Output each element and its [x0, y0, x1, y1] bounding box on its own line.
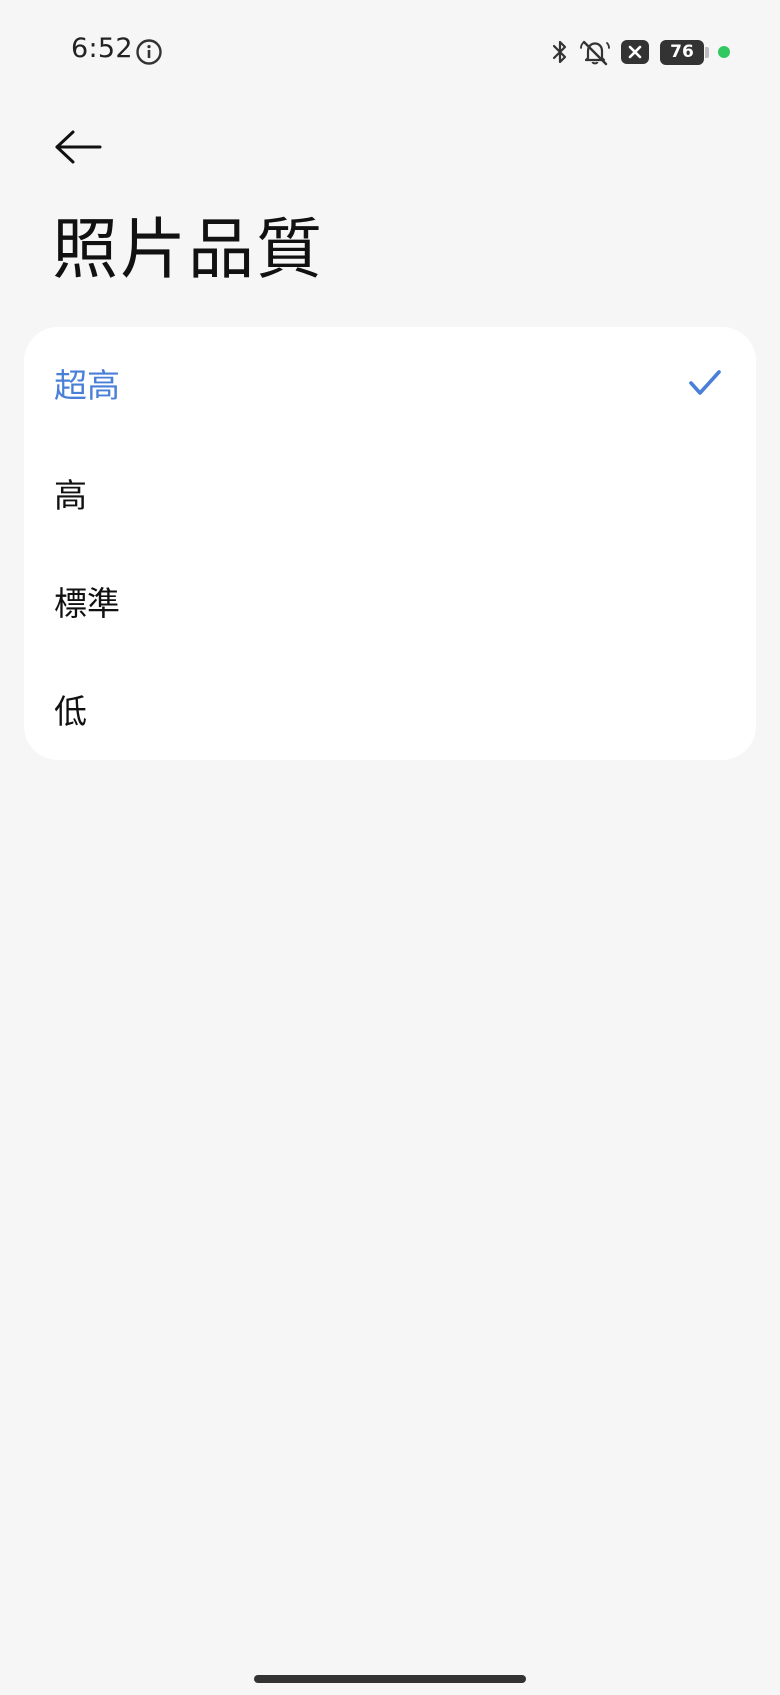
- home-indicator[interactable]: [254, 1675, 526, 1683]
- quality-options-list: 超高 高 標準 低: [24, 327, 756, 760]
- page-title: 照片品質: [52, 211, 324, 288]
- option-low[interactable]: 低: [24, 655, 756, 760]
- option-standard[interactable]: 標準: [24, 547, 756, 655]
- arrow-left-icon: [55, 130, 102, 164]
- status-bar: 6:52 76: [0, 0, 780, 104]
- option-label: 標準: [54, 584, 120, 623]
- active-dot: [718, 46, 730, 58]
- battery-level: 76: [670, 42, 694, 62]
- info-icon: [135, 38, 163, 66]
- option-label: 超高: [54, 366, 120, 405]
- back-button[interactable]: [52, 124, 104, 170]
- status-icons: 76: [550, 37, 709, 67]
- option-label: 低: [54, 692, 87, 731]
- bluetooth-icon: [550, 38, 570, 66]
- bell-off-icon: [580, 38, 610, 66]
- close-box-icon: [620, 39, 650, 65]
- option-label: 高: [54, 476, 87, 515]
- battery-icon: 76: [660, 39, 709, 65]
- option-high[interactable]: 高: [24, 439, 756, 547]
- option-ultra-high[interactable]: 超高: [24, 327, 756, 439]
- check-icon: [688, 366, 722, 400]
- status-time: 6:52: [71, 33, 133, 64]
